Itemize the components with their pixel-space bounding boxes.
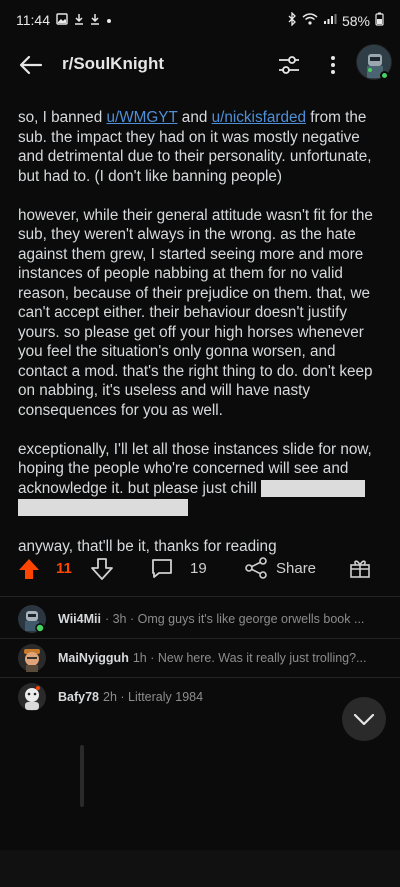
online-indicator [380, 71, 389, 80]
comment-preview: · 3h · Omg guys it's like george orwells… [104, 612, 365, 626]
comment-list: Wii4Mii · 3h · Omg guys it's like george… [0, 600, 400, 716]
status-bar: 11:44 58% [0, 0, 400, 40]
share-button[interactable]: Share [244, 556, 316, 580]
filter-button[interactable] [276, 52, 302, 78]
commenter-name: MaiNyigguh [58, 651, 129, 665]
commenter-avatar [18, 644, 46, 672]
post-body: so, I banned u/WMGYT and u/nickisfarded … [18, 108, 382, 576]
battery-percent: 58% [341, 12, 370, 29]
jump-to-next-button[interactable] [342, 697, 386, 741]
status-time: 11:44 [16, 12, 50, 28]
commenter-avatar [18, 605, 46, 633]
redaction-block [18, 499, 188, 517]
comment-icon [152, 559, 172, 578]
comment-preview: 2h · Litteraly 1984 [103, 690, 204, 704]
scroll-indicator [80, 745, 84, 807]
notification-dot-icon [106, 13, 112, 27]
commenter-avatar [18, 683, 46, 711]
vote-count: 11 [56, 560, 72, 577]
award-button[interactable] [348, 556, 372, 580]
download-icon [74, 13, 84, 28]
upvote-icon [19, 559, 39, 579]
comment-item[interactable]: MaiNyigguh 1h · New here. Was it really … [0, 639, 400, 677]
commenter-name: Wii4Mii [58, 612, 101, 626]
filter-icon [279, 56, 299, 74]
gallery-icon [56, 12, 68, 28]
comment-item[interactable]: Wii4Mii · 3h · Omg guys it's like george… [0, 600, 400, 638]
award-icon [350, 560, 370, 578]
share-icon [245, 557, 267, 579]
downvote-icon [91, 558, 113, 580]
divider [0, 596, 400, 597]
user-link-wmgyt[interactable]: u/WMGYT [106, 109, 177, 126]
battery-icon [375, 12, 384, 29]
comment-count: 19 [190, 559, 207, 577]
system-nav-bar [0, 850, 400, 887]
wifi-icon [302, 13, 318, 28]
more-options-button[interactable] [322, 52, 344, 78]
app-bar: r/SoulKnight [0, 40, 400, 90]
comments-button[interactable]: 19 [150, 556, 207, 580]
back-button[interactable] [16, 50, 46, 80]
post-paragraph: exceptionally, I'll let all those instan… [18, 440, 382, 518]
redaction-block [261, 479, 366, 497]
user-link-nickisfarded[interactable]: u/nickisfarded [212, 109, 306, 126]
share-label: Share [276, 559, 317, 577]
subreddit-title[interactable]: r/SoulKnight [62, 54, 164, 74]
bluetooth-icon [287, 11, 297, 29]
comment-preview: 1h · New here. Was it really just trolli… [132, 651, 367, 665]
commenter-name: Bafy78 [58, 690, 99, 704]
back-arrow-icon [19, 55, 43, 75]
comment-item[interactable]: Bafy78 2h · Litteraly 1984 [0, 678, 400, 716]
downvote-button[interactable] [89, 556, 115, 582]
upvote-button[interactable] [16, 556, 42, 582]
more-vertical-icon [331, 56, 335, 74]
signal-icon [323, 13, 337, 28]
chevron-down-icon [353, 713, 375, 726]
post-action-bar: 11 19 Share [0, 550, 400, 590]
post-paragraph: however, while their general attitude wa… [18, 206, 373, 419]
download-icon [90, 13, 100, 28]
post-paragraph: so, I banned u/WMGYT and u/nickisfarded … [18, 109, 372, 185]
